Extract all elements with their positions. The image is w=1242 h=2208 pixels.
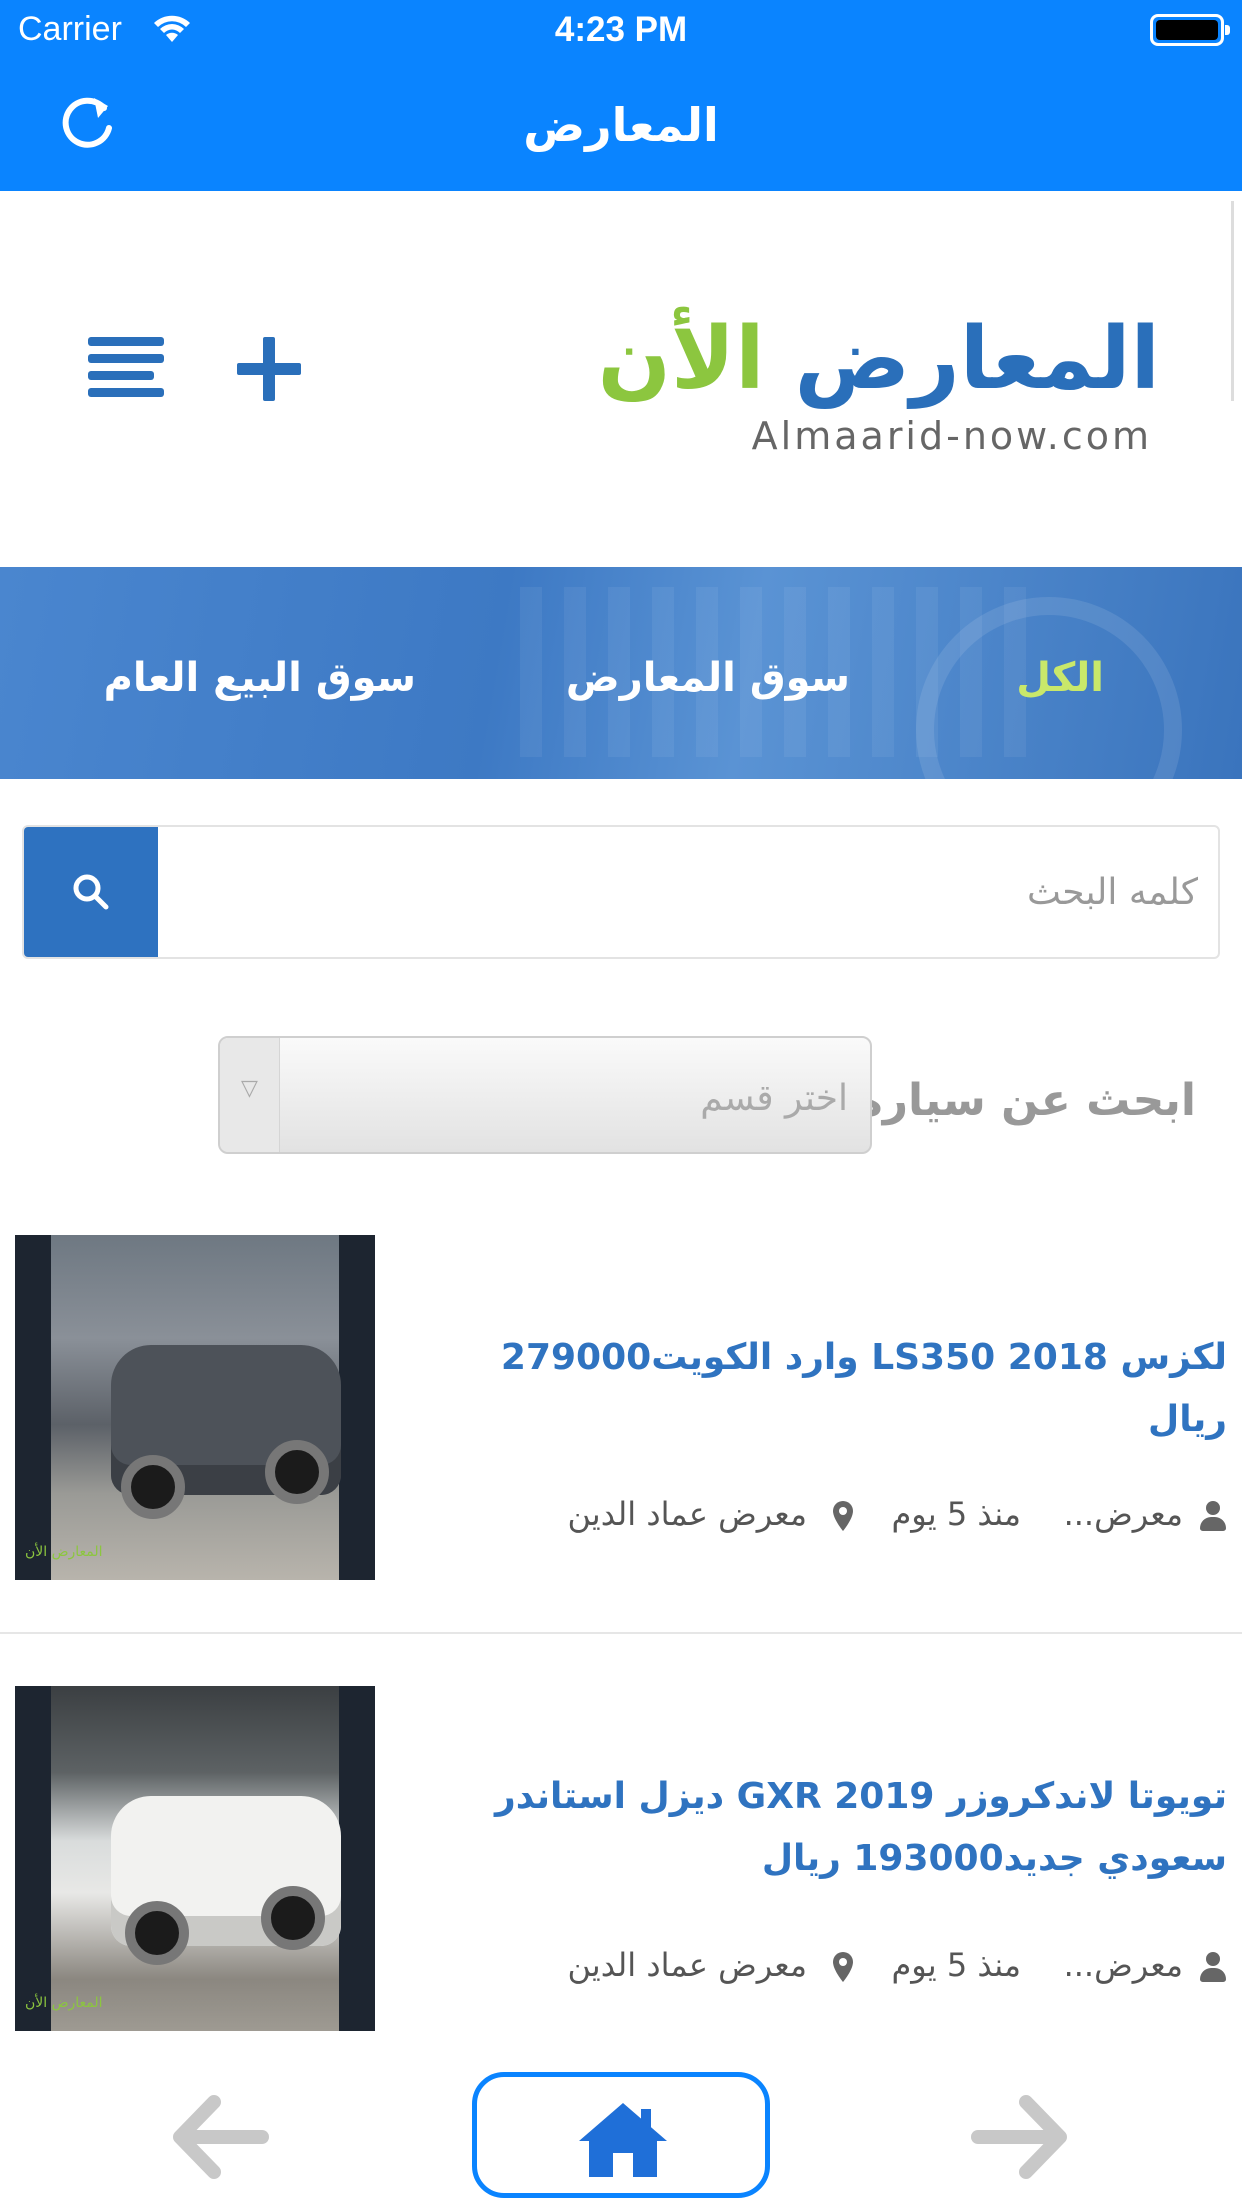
location-pin-icon [833,1501,853,1531]
listing-owner: معرض... [1063,1946,1183,1984]
listing-thumbnail[interactable]: المعارض الأن [15,1235,375,1580]
listing-title[interactable]: لكزس LS350 2018 وارد الكويت279000 ريال [427,1327,1227,1451]
listing-showroom: معرض عماد الدين [567,1495,807,1533]
listing-item[interactable]: المعارض الأن لكزس LS350 2018 وارد الكويت… [0,1235,1242,1685]
listing-thumbnail[interactable]: المعارض الأن [15,1686,375,2031]
car-wheel [261,1886,325,1950]
home-icon [579,2103,667,2177]
logo-arabic: المعارض الأن [598,309,1160,409]
listing-time: منذ 5 يوم [891,1946,1021,1984]
forward-arrow-icon[interactable] [970,2092,1070,2182]
car-wheel [121,1455,185,1519]
listing-title[interactable]: تويوتا لاندكروزر GXR 2019 ديزل استاندر س… [397,1766,1227,1890]
tab-showroom-market[interactable]: سوق المعارض [566,655,850,701]
listing-showroom: معرض عماد الدين [567,1946,807,1984]
listing-owner: معرض... [1063,1495,1183,1533]
clock: 4:23 PM [554,10,688,49]
location-pin-icon [833,1952,853,1982]
category-tabs-banner: الكل سوق المعارض سوق البيع العام [0,567,1242,779]
listing-time: منذ 5 يوم [891,1495,1021,1533]
listing-meta: معرض... منذ 5 يوم معرض عماد الدين [397,1495,1227,1545]
tab-all[interactable]: الكل [1016,655,1104,701]
menu-icon[interactable] [88,337,164,397]
listing-meta: معرض... منذ 5 يوم معرض عماد الدين [397,1946,1227,1996]
logo-word-blue: المعارض [794,309,1160,409]
thumbnail-watermark: المعارض الأن [25,1544,103,1560]
site-header: المعارض الأن Almaarid-now.com [0,191,1242,567]
top-bar: Carrier 4:23 PM المعارض [0,0,1242,191]
site-logo[interactable]: المعارض الأن Almaarid-now.com [598,309,1160,469]
plus-icon[interactable] [237,337,301,401]
home-button[interactable] [472,2072,770,2198]
thumbnail-watermark: المعارض الأن [25,1995,103,2011]
filter-label: ابحث عن سيارة [856,1075,1196,1126]
dropdown-arrow-icon: ▽ [220,1038,280,1152]
car-photo [51,1235,341,1580]
category-select-value: اختر قسم [700,1078,848,1119]
search-button[interactable] [24,827,158,957]
logo-word-green: الأن [597,309,765,409]
search-input[interactable] [166,827,1206,957]
user-icon [1199,1501,1227,1533]
list-divider [0,1632,1242,1634]
battery-icon [1150,14,1230,46]
tab-public-market[interactable]: سوق البيع العام [104,655,416,701]
back-arrow-icon[interactable] [170,2092,270,2182]
user-icon [1199,1952,1227,1984]
bottom-toolbar [0,2050,1242,2208]
search-bar [22,825,1220,959]
category-select[interactable]: ▽ اختر قسم [218,1036,872,1154]
car-wheel [125,1901,189,1965]
header-scroll-edge [1231,201,1234,401]
logo-domain: Almaarid-now.com [751,414,1152,458]
car-wheel [265,1440,329,1504]
car-photo [51,1686,341,2031]
search-icon [73,874,109,910]
status-bar: Carrier 4:23 PM [0,0,1242,62]
nav-title: المعارض [523,98,719,152]
